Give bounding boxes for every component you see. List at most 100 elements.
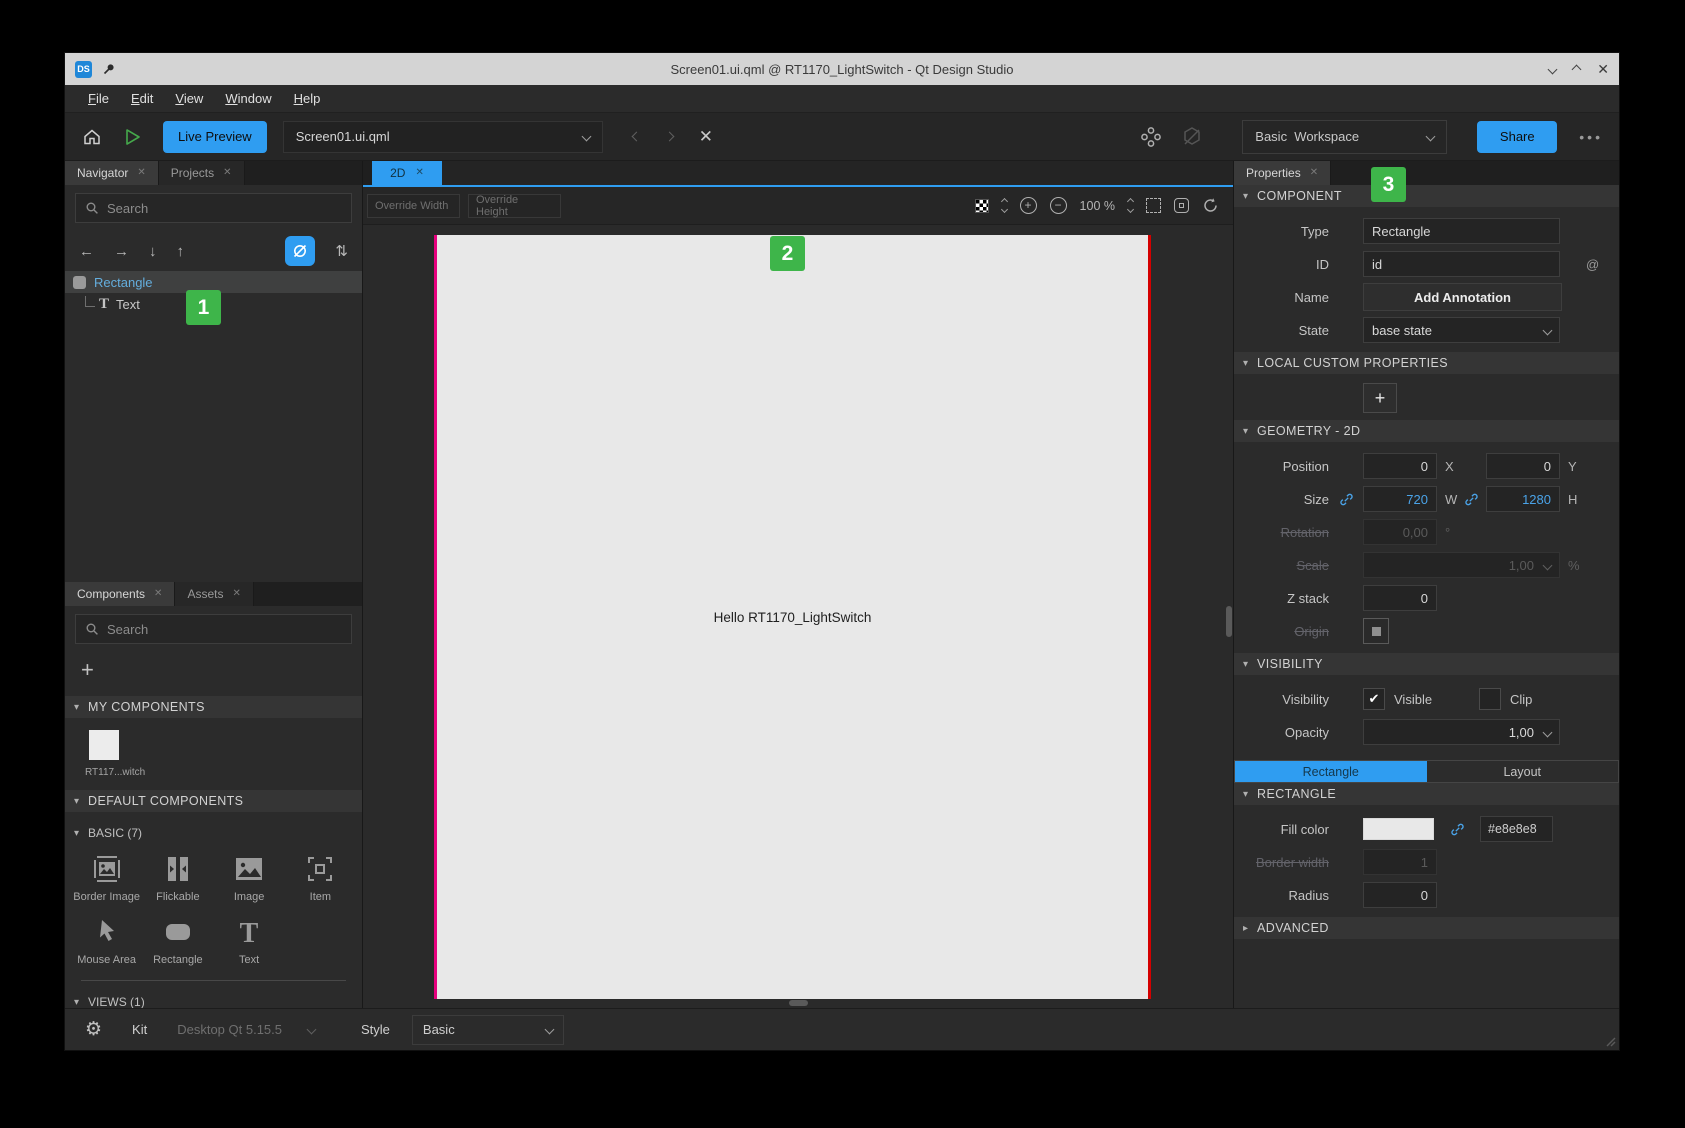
zoom-out-icon[interactable]: −: [1050, 197, 1067, 214]
binding-link-icon[interactable]: [1464, 492, 1479, 507]
component-item[interactable]: Item: [285, 854, 356, 903]
back-icon[interactable]: [631, 132, 641, 142]
navigator-search-input[interactable]: [107, 201, 342, 216]
home-icon[interactable]: [81, 126, 103, 148]
horizontal-scrollbar-thumb[interactable]: [789, 1000, 808, 1006]
size-width-field[interactable]: 720: [1363, 486, 1437, 512]
share-button[interactable]: Share: [1477, 121, 1557, 153]
background-color-swatch[interactable]: [975, 199, 989, 213]
zstack-field[interactable]: 0: [1363, 585, 1437, 611]
position-y-field[interactable]: 0: [1486, 453, 1560, 479]
section-views[interactable]: ▾ VIEWS (1): [65, 991, 362, 1008]
section-basic[interactable]: ▾ BASIC (7): [65, 822, 362, 844]
scale-field[interactable]: 1,00: [1363, 552, 1560, 578]
state-dropdown[interactable]: base state: [1363, 317, 1560, 343]
forward-icon[interactable]: [664, 132, 674, 142]
close-document-icon[interactable]: ✕: [699, 128, 713, 145]
style-dropdown[interactable]: Basic: [412, 1015, 564, 1045]
component-rectangle[interactable]: Rectangle: [142, 917, 213, 966]
radius-field[interactable]: 0: [1363, 882, 1437, 908]
artboard[interactable]: Hello RT1170_LightSwitch: [434, 235, 1151, 999]
component-flickable[interactable]: Flickable: [142, 854, 213, 903]
subtab-layout[interactable]: Layout: [1427, 761, 1619, 782]
navigator-search[interactable]: [75, 193, 352, 223]
workspace-dropdown[interactable]: Basic Workspace: [1242, 120, 1447, 154]
reverse-order-icon[interactable]: ⇅: [335, 242, 348, 260]
origin-selector-button[interactable]: [1363, 618, 1389, 644]
tab-navigator[interactable]: Navigator ✕: [65, 161, 159, 185]
tab-projects[interactable]: Projects ✕: [159, 161, 245, 185]
rotation-field[interactable]: 0,00: [1363, 519, 1437, 545]
toggle-invisible-items-button[interactable]: [285, 236, 315, 266]
binding-link-icon[interactable]: [1450, 822, 1465, 837]
zoom-to-selection-icon[interactable]: [1174, 198, 1189, 213]
section-geometry-2d[interactable]: ▾ GEOMETRY - 2D: [1234, 420, 1619, 442]
share-nodes-icon[interactable]: [1140, 126, 1162, 148]
section-my-components[interactable]: ▾ MY COMPONENTS: [65, 696, 362, 718]
close-icon[interactable]: ✕: [137, 168, 145, 178]
move-up-icon[interactable]: ↑: [177, 243, 185, 260]
components-search[interactable]: [75, 614, 352, 644]
move-right-icon[interactable]: →: [114, 243, 129, 260]
override-height-input[interactable]: Override Height: [468, 194, 561, 218]
section-local-custom-properties[interactable]: ▾ LOCAL CUSTOM PROPERTIES: [1234, 352, 1619, 374]
add-module-button[interactable]: +: [81, 657, 94, 683]
menu-window[interactable]: Window: [214, 91, 282, 106]
section-default-components[interactable]: ▾ DEFAULT COMPONENTS: [65, 790, 362, 812]
menu-file[interactable]: File: [77, 91, 120, 106]
move-left-icon[interactable]: ←: [79, 243, 94, 260]
zoom-in-icon[interactable]: +: [1020, 197, 1037, 214]
fill-color-swatch[interactable]: [1363, 818, 1434, 840]
visible-checkbox[interactable]: ✔: [1363, 688, 1385, 710]
close-icon[interactable]: ✕: [223, 168, 231, 178]
window-minimize-icon[interactable]: [1548, 64, 1558, 74]
more-options-button[interactable]: •••: [1579, 129, 1603, 145]
close-icon[interactable]: ✕: [232, 589, 240, 599]
live-preview-button[interactable]: Live Preview: [163, 121, 267, 153]
vertical-scrollbar-thumb[interactable]: [1226, 606, 1232, 637]
section-advanced[interactable]: ▸ ADVANCED: [1234, 917, 1619, 939]
gear-icon[interactable]: ⚙: [85, 1018, 102, 1041]
canvas-area[interactable]: Hello RT1170_LightSwitch: [363, 225, 1233, 1008]
window-close-icon[interactable]: ✕: [1597, 62, 1609, 76]
component-border-image[interactable]: Border Image: [71, 854, 142, 903]
window-maximize-icon[interactable]: [1572, 64, 1582, 74]
reset-view-icon[interactable]: [1202, 197, 1219, 214]
opacity-field[interactable]: 1,00: [1363, 719, 1560, 745]
close-icon[interactable]: ✕: [415, 168, 423, 178]
override-width-input[interactable]: Override Width: [367, 194, 460, 218]
section-rectangle[interactable]: ▾ RECTANGLE: [1234, 783, 1619, 805]
background-stepper[interactable]: [1002, 199, 1007, 212]
section-visibility[interactable]: ▾ VISIBILITY: [1234, 653, 1619, 675]
tab-assets[interactable]: Assets ✕: [175, 582, 253, 606]
section-component[interactable]: ▾ COMPONENT: [1234, 185, 1619, 207]
add-custom-property-button[interactable]: +: [1363, 383, 1397, 413]
component-text[interactable]: T Text: [214, 917, 285, 966]
move-down-icon[interactable]: ↓: [149, 243, 157, 260]
menu-help[interactable]: Help: [283, 91, 332, 106]
type-field[interactable]: Rectangle: [1363, 218, 1560, 244]
current-file-dropdown[interactable]: Screen01.ui.qml: [283, 121, 603, 153]
id-field[interactable]: id: [1363, 251, 1560, 277]
size-height-field[interactable]: 1280: [1486, 486, 1560, 512]
position-x-field[interactable]: 0: [1363, 453, 1437, 479]
close-icon[interactable]: ✕: [154, 589, 162, 599]
add-annotation-button[interactable]: Add Annotation: [1363, 283, 1562, 311]
run-play-icon[interactable]: [121, 126, 143, 148]
tab-2d[interactable]: 2D ✕: [372, 161, 442, 185]
components-search-input[interactable]: [107, 622, 342, 637]
fill-color-hex-field[interactable]: #e8e8e8: [1480, 816, 1553, 842]
menu-view[interactable]: View: [164, 91, 214, 106]
resize-grip[interactable]: [1602, 1033, 1616, 1047]
binding-link-icon[interactable]: [1339, 492, 1354, 507]
component-rt1170-lightswitch[interactable]: RT117...witch: [65, 718, 362, 782]
subtab-rectangle[interactable]: Rectangle: [1235, 761, 1427, 782]
menu-edit[interactable]: Edit: [120, 91, 164, 106]
tab-components[interactable]: Components ✕: [65, 582, 175, 606]
clip-checkbox[interactable]: [1479, 688, 1501, 710]
border-width-field[interactable]: 1: [1363, 849, 1437, 875]
kit-dropdown-chevron-icon[interactable]: [307, 1025, 317, 1035]
artboard-text[interactable]: Hello RT1170_LightSwitch: [714, 610, 872, 625]
fit-to-screen-icon[interactable]: [1146, 198, 1161, 213]
component-image[interactable]: Image: [214, 854, 285, 903]
